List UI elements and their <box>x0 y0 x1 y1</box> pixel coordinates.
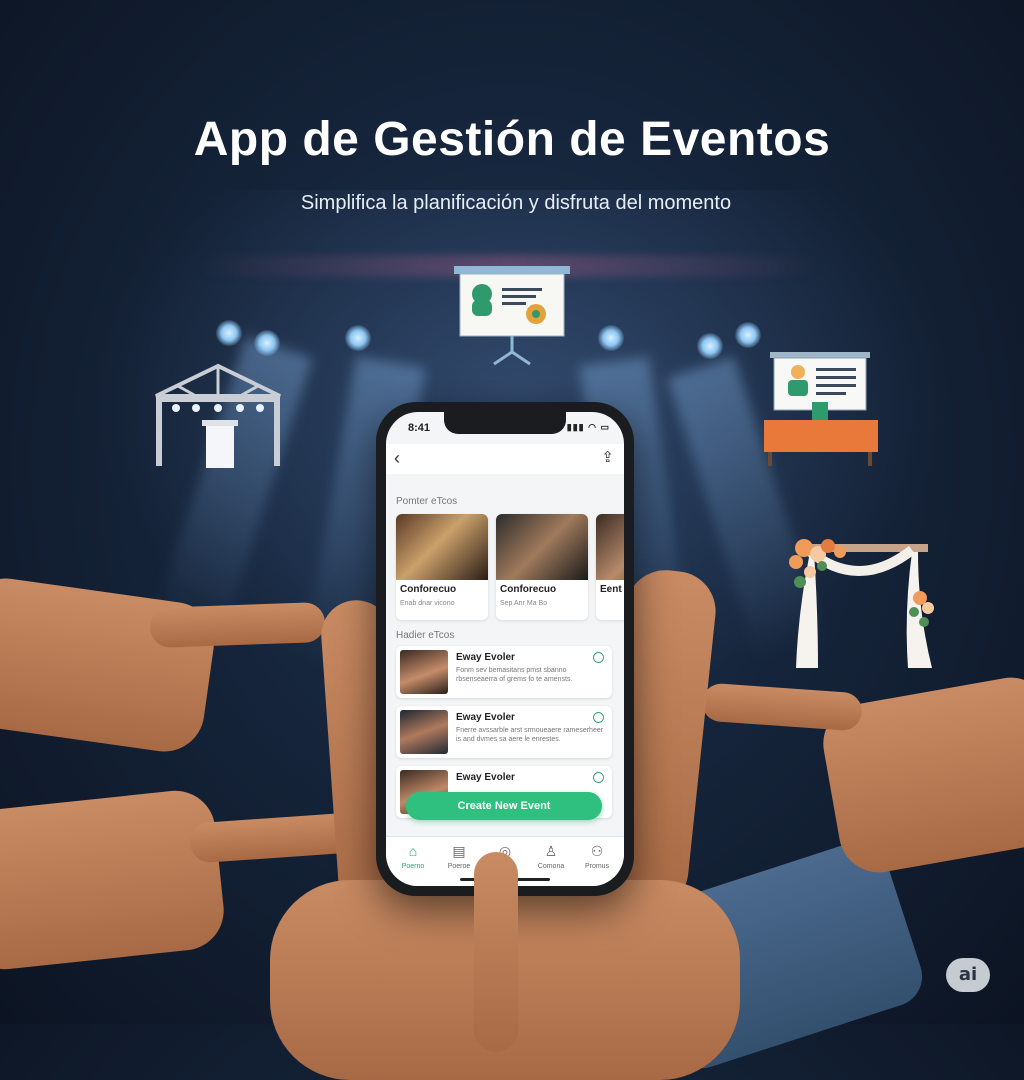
spotlight <box>216 320 242 346</box>
smartphone: 8:41 ▮▮▮ ◠ ▭ ‹ ⇪ Pomter eTcos Conforecuo… <box>376 402 634 896</box>
share-icon[interactable]: ⇪ <box>601 448 614 466</box>
stage-truss-icon <box>155 363 281 468</box>
event-card-title: Eent <box>600 584 622 595</box>
conference-desk-icon <box>764 352 878 466</box>
avatar <box>400 710 448 754</box>
calendar-icon: ▤ <box>452 843 466 859</box>
list-item-description: Fonm sev bemasitans pmst sbanno rbsensea… <box>456 667 573 683</box>
home-icon: ⌂ <box>408 843 418 859</box>
tab-home[interactable]: ⌂ Poerno <box>390 843 436 870</box>
create-event-button[interactable]: Create New Event <box>406 792 602 820</box>
event-photo <box>496 514 588 580</box>
tab-label: Comona <box>537 863 565 870</box>
presentation-board-icon <box>454 266 570 366</box>
event-card-date: Enab dnar vicono <box>400 600 455 607</box>
tab-community[interactable]: ♙ Comona <box>528 843 574 870</box>
user-icon: ⚇ <box>590 843 604 859</box>
page-title: App de Gestión de Eventos <box>193 113 831 166</box>
tab-label: Promus <box>584 863 610 870</box>
event-card-title: Conforecuo <box>400 584 457 595</box>
app-header: ‹ ⇪ <box>386 444 624 474</box>
spotlight <box>598 325 624 351</box>
status-time: 8:41 <box>408 422 431 434</box>
featured-carousel[interactable]: Conforecuo Enab dnar vicono Conforecuo S… <box>396 514 624 620</box>
featured-section-label: Pomter eTcos <box>396 496 458 507</box>
featured-event-card[interactable]: Conforecuo Enab dnar vicono <box>396 514 488 620</box>
spotlight <box>735 322 761 348</box>
list-item[interactable]: Eway Evoler Fonm sev bemasitans pmst sba… <box>396 646 612 698</box>
event-photo <box>396 514 488 580</box>
tab-profile[interactable]: ⚇ Promus <box>574 843 620 870</box>
bell-icon[interactable] <box>593 772 604 783</box>
list-item-description: Fnerre avssarble arst srmoueaere rameser… <box>456 727 604 743</box>
bell-icon[interactable] <box>593 712 604 723</box>
ai-badge: ai <box>946 958 990 992</box>
avatar <box>400 650 448 694</box>
featured-event-card[interactable]: Eent <box>596 514 624 620</box>
upcoming-section-label: Hadier eTcos <box>396 630 455 641</box>
app-screen: 8:41 ▮▮▮ ◠ ▭ ‹ ⇪ Pomter eTcos Conforecuo… <box>386 412 624 886</box>
spotlight <box>254 330 280 356</box>
spotlight <box>345 325 371 351</box>
page-subtitle: Simplifica la planificación y disfruta d… <box>300 192 732 214</box>
tapping-finger <box>474 852 518 1052</box>
event-card-date: Sep Anr Ma Bo <box>500 600 548 607</box>
phone-notch <box>444 412 566 434</box>
bell-icon[interactable] <box>593 652 604 663</box>
pointing-finger <box>149 601 326 649</box>
bell-icon: ♙ <box>544 843 558 859</box>
tab-label: Poerno <box>401 863 425 870</box>
back-icon[interactable]: ‹ <box>394 448 400 469</box>
list-item-title: Eway Evoler <box>456 712 515 723</box>
list-item-title: Eway Evoler <box>456 652 515 663</box>
spotlight <box>697 333 723 359</box>
featured-event-card[interactable]: Conforecuo Sep Anr Ma Bo <box>496 514 588 620</box>
wedding-arch-icon <box>789 539 934 668</box>
event-photo <box>596 514 624 580</box>
list-item-title: Eway Evoler <box>456 772 515 783</box>
hand <box>0 786 228 974</box>
signal-wifi-battery-icon: ▮▮▮ ◠ ▭ <box>566 422 610 432</box>
list-item[interactable]: Eway Evoler Fnerre avssarble arst srmoue… <box>396 706 612 758</box>
event-card-title: Conforecuo <box>500 584 557 595</box>
